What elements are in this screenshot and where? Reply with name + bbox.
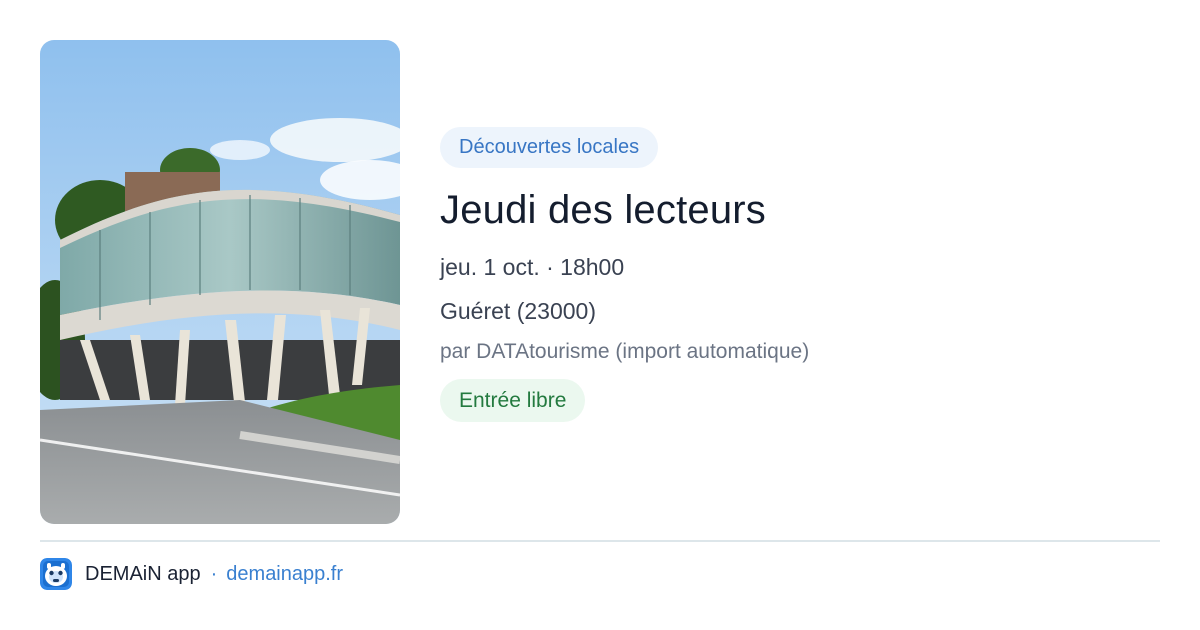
event-image [40,40,400,524]
footer-divider [40,540,1160,542]
app-name: DEMAiN app [85,562,201,585]
event-organizer: par DATAtourisme (import automatique) [440,340,810,363]
app-url-link[interactable]: demainapp.fr [226,563,343,586]
category-badge[interactable]: Découvertes locales [440,127,659,168]
event-date: jeu. 1 oct. · 18h00 [440,254,625,280]
footer-separator: · [210,562,218,585]
demain-app-icon [40,558,72,590]
event-details: Découvertes locales Jeudi des lecteurs j… [440,127,1160,422]
event-title: Jeudi des lecteurs [440,188,767,232]
event-place: Guéret (23000) [440,298,596,324]
event-share-card: Découvertes locales Jeudi des lecteurs j… [0,0,1200,630]
building-photo-icon [40,40,400,524]
price-badge: Entrée libre [440,379,586,422]
footer: DEMAiN app · demainapp.fr [40,558,343,590]
